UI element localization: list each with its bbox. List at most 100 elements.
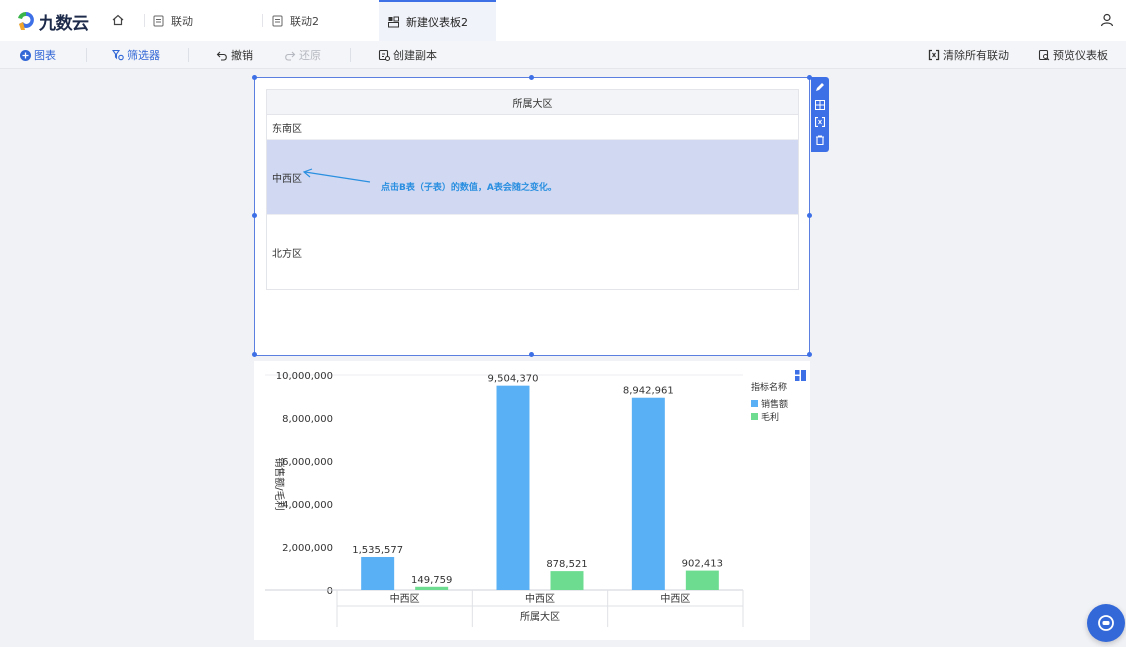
tab-separator — [262, 14, 263, 27]
create-copy-button[interactable]: 创建副本 — [378, 41, 437, 69]
annotation-arrow-icon — [302, 168, 371, 183]
table-header-region[interactable]: 所属大区 — [267, 90, 798, 115]
legend-label: 毛利 — [761, 412, 780, 423]
table-row[interactable]: 东南区 — [267, 115, 798, 140]
bar — [496, 385, 530, 590]
y-tick-label: 4,000,000 — [282, 500, 333, 511]
add-chart-button[interactable]: 图表 — [19, 41, 56, 69]
bar — [631, 397, 665, 590]
chart-legend: 指标名称 销售额 毛利 — [751, 380, 788, 423]
toolbar-separator — [86, 48, 87, 62]
undo-label: 撤销 — [231, 49, 253, 62]
resize-handle[interactable] — [807, 352, 812, 357]
edit-icon[interactable] — [814, 81, 826, 93]
redo-button[interactable]: 还原 — [284, 41, 321, 69]
tab-new-dashboard-2[interactable]: 新建仪表板2 — [379, 0, 496, 41]
x-axis-label: 所属大区 — [520, 610, 560, 623]
clear-all-links-button[interactable]: 清除所有联动 — [928, 41, 1009, 69]
bar — [415, 586, 449, 590]
y-tick-label: 2,000,000 — [282, 543, 333, 554]
bar — [685, 570, 719, 590]
redo-icon — [284, 49, 296, 61]
annotation-text: 点击B表（子表）的数值，A表会随之变化。 — [381, 183, 557, 193]
preview-icon — [1038, 49, 1050, 61]
preview-dashboard-label: 预览仪表板 — [1053, 49, 1108, 62]
logo-text: 九数云 — [39, 13, 89, 34]
logo-icon — [18, 11, 34, 30]
x-tick-label: 中西区 — [390, 592, 420, 605]
home-icon[interactable] — [110, 12, 126, 28]
chart-settings-icon[interactable] — [795, 370, 806, 381]
resize-handle[interactable] — [252, 213, 257, 218]
add-chart-label: 图表 — [34, 49, 56, 62]
redo-label: 还原 — [299, 49, 321, 62]
toolbar-separator — [350, 48, 351, 62]
legend-item-sales[interactable]: 销售额 — [751, 397, 788, 410]
resize-handle[interactable] — [252, 75, 257, 80]
data-label: 9,504,370 — [488, 374, 539, 385]
data-label: 878,521 — [546, 559, 587, 570]
y-tick-label: 8,000,000 — [282, 414, 333, 425]
legend-item-profit[interactable]: 毛利 — [751, 410, 788, 423]
clear-all-links-label: 清除所有联动 — [943, 49, 1009, 62]
copy-icon — [378, 49, 390, 61]
y-tick-label: 0 — [327, 586, 333, 597]
x-tick-label: 中西区 — [525, 592, 555, 605]
help-chat-button[interactable] — [1087, 604, 1125, 642]
y-tick-label: 6,000,000 — [282, 457, 333, 468]
top-tab-bar: 九数云 联动 联动2 新建仪表板2 — [0, 0, 1126, 41]
table-widget[interactable]: 所属大区 东南区 中西区 点击B表（子表）的数值，A表会随之变化。 北方区 — [252, 75, 812, 357]
unlink-icon — [928, 49, 940, 61]
legend-swatch — [751, 412, 758, 420]
app-logo[interactable]: 九数云 — [15, 9, 89, 34]
undo-button[interactable]: 撤销 — [216, 41, 253, 69]
region-table: 所属大区 东南区 中西区 点击B表（子表）的数值，A表会随之变化。 北方区 — [266, 89, 799, 290]
preview-dashboard-button[interactable]: 预览仪表板 — [1038, 41, 1108, 69]
bar-chart-widget[interactable]: 0 2,000,000 4,000,000 6,000,000 8,000,000 10,… — [254, 361, 810, 640]
link-icon[interactable] — [814, 117, 826, 129]
table-cell: 中西区 — [272, 173, 302, 185]
undo-icon — [216, 49, 228, 61]
y-axis-label: 销售额/毛利 — [273, 457, 286, 510]
toolbar-separator — [188, 48, 189, 62]
dashboard-toolbar: 图表 筛选器 撤销 还原 创建副本 清除所有联动 预览仪表板 — [0, 41, 1126, 69]
resize-handle[interactable] — [529, 352, 534, 357]
resize-handle[interactable] — [807, 213, 812, 218]
x-tick-label: 中西区 — [660, 592, 690, 605]
legend-swatch — [751, 399, 758, 407]
user-icon[interactable] — [1100, 13, 1114, 27]
table-cell: 北方区 — [272, 248, 302, 260]
tab-liandong2[interactable]: 联动2 — [272, 0, 372, 41]
delete-icon[interactable] — [814, 134, 826, 146]
bar — [361, 556, 395, 590]
tab-separator — [144, 14, 145, 27]
data-label: 8,942,961 — [623, 386, 674, 397]
tab-label: 联动 — [171, 14, 193, 28]
tab-label: 联动2 — [290, 14, 319, 28]
table-cell: 东南区 — [272, 123, 302, 135]
widget-toolbar — [811, 77, 829, 152]
table-row-selected[interactable]: 中西区 点击B表（子表）的数值，A表会随之变化。 — [267, 140, 798, 215]
add-filter-button[interactable]: 筛选器 — [112, 41, 160, 69]
legend-title: 指标名称 — [751, 383, 788, 393]
resize-handle[interactable] — [529, 75, 534, 80]
data-label: 902,413 — [682, 559, 723, 570]
create-copy-label: 创建副本 — [393, 49, 437, 62]
chat-icon — [1098, 615, 1114, 631]
layout-icon[interactable] — [814, 99, 826, 111]
bar — [550, 571, 584, 590]
filter-icon — [112, 49, 124, 61]
document-icon — [272, 15, 283, 26]
data-label: 1,535,577 — [352, 545, 403, 556]
dashboard-icon — [388, 16, 399, 27]
bar-chart: 0 2,000,000 4,000,000 6,000,000 8,000,000 10,… — [265, 371, 744, 627]
data-label: 149,759 — [411, 575, 452, 586]
tab-label: 新建仪表板2 — [406, 15, 468, 29]
plus-circle-icon — [19, 49, 31, 61]
y-tick-label: 10,000,000 — [276, 371, 333, 382]
resize-handle[interactable] — [252, 352, 257, 357]
document-icon — [153, 15, 164, 26]
table-row[interactable]: 北方区 — [267, 215, 798, 289]
tab-liandong[interactable]: 联动 — [153, 0, 253, 41]
add-filter-label: 筛选器 — [127, 49, 160, 62]
